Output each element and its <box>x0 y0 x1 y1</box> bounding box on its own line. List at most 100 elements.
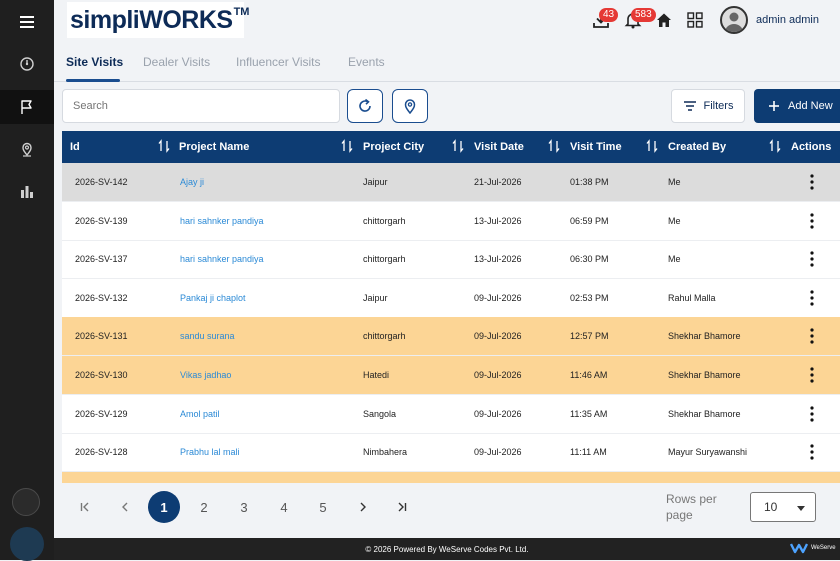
cell-project-name[interactable]: Prabhu lal mali <box>180 447 240 457</box>
tab-dealer-visits[interactable]: Dealer Visits <box>143 55 210 69</box>
table-row[interactable]: 2026-SV-139 hari sahnker pandiya chittorga… <box>62 202 840 241</box>
footer: © 2026 Powered By WeServe Codes Pvt. Ltd… <box>54 538 840 560</box>
next-page-button[interactable] <box>347 491 379 523</box>
table-row[interactable] <box>62 471 840 483</box>
home-button[interactable] <box>655 0 675 40</box>
sidebar-item-reports[interactable] <box>0 174 54 208</box>
sidebar-help-bubble[interactable] <box>10 527 44 561</box>
row-actions-menu-icon[interactable] <box>810 174 814 190</box>
sidebar-item-visits[interactable] <box>0 90 54 124</box>
footer-brand-name: WeServe <box>811 545 836 551</box>
page-5-button[interactable]: 5 <box>307 491 339 523</box>
rows-per-page-value: 10 <box>764 500 778 514</box>
cell-id: 2026-SV-128 <box>75 447 128 458</box>
row-actions-menu-icon[interactable] <box>810 367 814 383</box>
page-2-button[interactable]: 2 <box>188 491 220 523</box>
cell-project-name[interactable]: Pankaj ji chaplot <box>180 293 246 303</box>
header-project-name[interactable]: Project Name <box>179 141 249 153</box>
visit-tabs: Site Visits Dealer Visits Influencer Vis… <box>54 48 840 82</box>
tab-site-visits[interactable]: Site Visits <box>66 55 123 69</box>
refresh-button[interactable] <box>347 89 383 123</box>
cell-project-name[interactable]: sandu surana <box>180 331 235 341</box>
table-row[interactable]: 2026-SV-131 sandu surana chittorgarh 09-Jul… <box>62 317 840 357</box>
chevron-right-icon <box>360 502 366 512</box>
header-visit-date[interactable]: Visit Date <box>474 141 524 153</box>
table-row[interactable]: 2026-SV-132 Pankaj ji chaplot Jaipur 09-Jul… <box>62 279 840 318</box>
user-name: admin admin <box>756 14 819 26</box>
row-actions-menu-icon[interactable] <box>810 405 814 422</box>
table-row[interactable]: 2026-SV-130 Vikas jadhao Hatedi 09-Jul-2026… <box>62 356 840 395</box>
header-project-city[interactable]: Project City <box>363 141 424 153</box>
logo-text: simpliWORKS <box>70 6 233 34</box>
search-input[interactable] <box>62 89 340 123</box>
sidebar-avatar[interactable] <box>12 488 40 516</box>
cell-visit-time: 01:38 PM <box>570 177 609 187</box>
row-actions-menu-icon[interactable] <box>810 251 814 267</box>
cell-visit-date: 09-Jul-2026 <box>474 370 522 380</box>
download-button[interactable]: 43 <box>592 0 619 40</box>
user-avatar <box>720 6 748 34</box>
row-actions-menu-icon[interactable] <box>810 444 814 460</box>
cell-visit-date: 09-Jul-2026 <box>474 292 522 303</box>
cell-id: 2026-SV-129 <box>75 408 128 419</box>
cell-project-city: Jaipur <box>363 292 388 303</box>
cell-project-city: Jaipur <box>363 177 388 187</box>
header-id[interactable]: Id <box>70 141 80 153</box>
sort-icon[interactable] <box>158 139 170 153</box>
footer-copyright: © 2026 Powered By WeServe Codes Pvt. Ltd… <box>365 544 529 554</box>
map-view-button[interactable] <box>392 89 428 123</box>
header-visit-time[interactable]: Visit Time <box>570 141 622 153</box>
table-row[interactable]: 2026-SV-137 hari sahnker pandiya chittorga… <box>62 240 840 280</box>
cell-project-name[interactable]: Amol patil <box>180 409 220 419</box>
sort-icon[interactable] <box>548 139 560 153</box>
weserve-logo-icon <box>790 543 808 554</box>
notifications-button[interactable]: 583 <box>624 0 656 40</box>
user-menu[interactable]: admin admin <box>720 6 819 34</box>
sort-icon[interactable] <box>646 139 658 153</box>
page-1-button[interactable]: 1 <box>148 491 180 523</box>
row-actions-menu-icon[interactable] <box>810 212 814 229</box>
main-content: simpliWORKS TM 43 583 admin admin Site V… <box>54 0 840 560</box>
row-actions-menu-icon[interactable] <box>810 290 814 306</box>
sort-icon[interactable] <box>341 139 353 153</box>
add-new-label: Add New <box>788 100 833 112</box>
first-page-icon <box>80 502 89 512</box>
cell-created-by: Shekhar Bhamore <box>668 370 741 380</box>
download-count-badge: 43 <box>599 8 619 22</box>
cell-project-city: chittorgarh <box>363 254 406 265</box>
table-row[interactable]: 2026-SV-142 Ajay ji Jaipur 21-Jul-2026 01:38… <box>62 163 840 202</box>
cell-project-name[interactable]: hari sahnker pandiya <box>180 254 264 264</box>
table-row[interactable]: 2026-SV-129 Amol patil Sangola 09-Jul-2026 1… <box>62 395 840 434</box>
sidebar-item-locations[interactable] <box>0 132 54 166</box>
cell-created-by: Me <box>668 215 681 226</box>
add-new-button[interactable]: Add New <box>754 89 840 123</box>
tab-influencer-visits[interactable]: Influencer Visits <box>236 55 321 69</box>
page-4-button[interactable]: 4 <box>268 491 300 523</box>
cell-id: 2026-SV-132 <box>75 292 128 303</box>
menu-button[interactable] <box>0 5 54 39</box>
header-created-by[interactable]: Created By <box>668 141 726 153</box>
table-row[interactable]: 2026-SV-128 Prabhu lal mali Nimbahera 09-Ju… <box>62 433 840 473</box>
cell-id: 2026-SV-130 <box>75 370 128 380</box>
pagination: 1 2 3 4 5 Rows per page 10 <box>54 484 840 530</box>
cell-created-by: Shekhar Bhamore <box>668 408 741 419</box>
rows-per-page-select[interactable]: 10 <box>750 492 816 522</box>
cell-project-name[interactable]: hari sahnker pandiya <box>180 216 264 226</box>
last-page-button[interactable] <box>386 491 418 523</box>
map-pin-icon <box>22 142 32 157</box>
cell-project-name[interactable]: Ajay ji <box>180 177 204 187</box>
tab-events[interactable]: Events <box>348 55 385 69</box>
app-logo[interactable]: simpliWORKS TM <box>67 2 249 38</box>
sidebar-item-dashboard[interactable] <box>0 47 54 81</box>
sort-icon[interactable] <box>769 139 781 153</box>
cell-project-name[interactable]: Vikas jadhao <box>180 370 231 380</box>
prev-page-button[interactable] <box>109 491 141 523</box>
row-actions-menu-icon[interactable] <box>810 328 814 344</box>
rows-per-page-label: Rows per page <box>666 492 717 522</box>
sort-icon[interactable] <box>452 139 464 153</box>
page-3-button[interactable]: 3 <box>228 491 260 523</box>
apps-button[interactable] <box>687 0 707 40</box>
filters-button[interactable]: Filters <box>671 89 745 123</box>
first-page-button[interactable] <box>69 491 101 523</box>
home-icon <box>657 13 671 27</box>
